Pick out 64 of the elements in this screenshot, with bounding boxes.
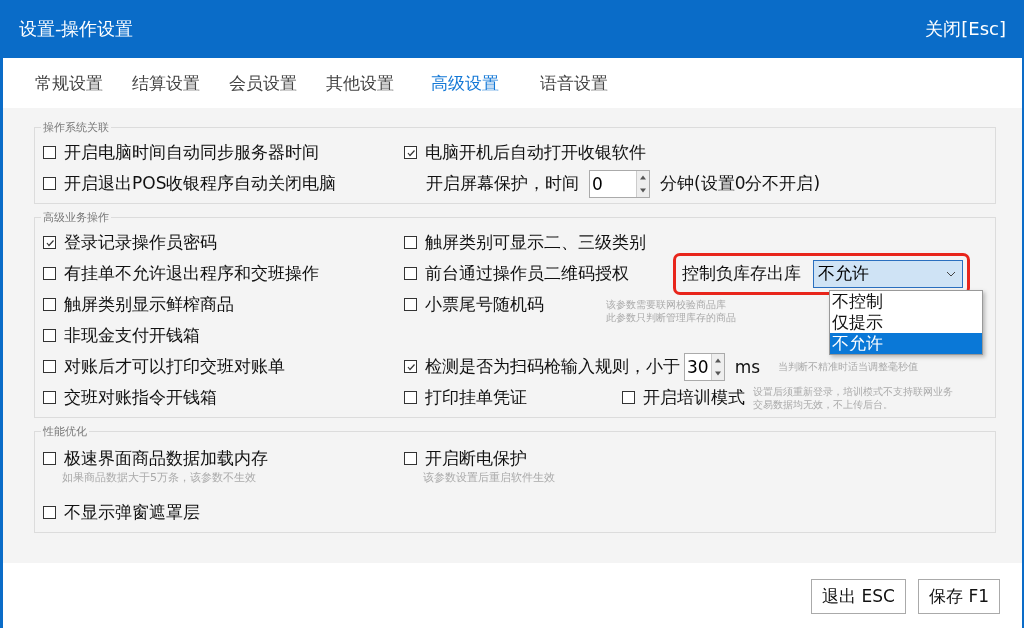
checkbox[interactable] <box>43 267 56 280</box>
number-spinner[interactable]: 30 <box>684 352 725 381</box>
chevron-down-icon <box>946 270 956 277</box>
field-label: ms <box>734 356 761 377</box>
checkbox-label[interactable]: 开启培训模式 <box>643 386 745 409</box>
checkbox[interactable] <box>43 360 56 373</box>
checkbox-label[interactable]: 登录记录操作员密码 <box>64 231 217 254</box>
checkbox-label[interactable]: 开启电脑时间自动同步服务器时间 <box>64 141 319 164</box>
number-spinner[interactable]: 0 <box>589 169 650 198</box>
tab[interactable]: 会员设置 <box>229 71 297 95</box>
checkbox-label[interactable]: 小票尾号随机码 <box>425 293 544 316</box>
hint-text: 该参数需要联网校验商品库 此参数只判断管理库存的商品 <box>606 298 736 324</box>
dropdown-option[interactable]: 不控制 <box>830 290 982 312</box>
checkbox[interactable] <box>622 391 635 404</box>
checkbox[interactable] <box>43 452 56 465</box>
checkbox-label[interactable]: 对账后才可以打印交班对账单 <box>64 355 285 378</box>
field-label: 分钟(设置0分不开启) <box>660 172 821 195</box>
checkbox-label[interactable]: 交班对账指令开钱箱 <box>64 386 217 409</box>
checkbox-label[interactable]: 极速界面商品数据加载内存 <box>64 447 268 470</box>
checkbox[interactable] <box>43 298 56 311</box>
select-label: 控制负库存出库 <box>682 262 801 285</box>
footer-button[interactable]: 保存 F1 <box>918 579 1000 614</box>
hint-text: 当判断不精准时适当调整毫秒值 <box>778 360 919 373</box>
checkbox[interactable] <box>43 146 56 159</box>
checkbox[interactable] <box>43 329 56 342</box>
checkbox-label[interactable]: 检测是否为扫码枪输入规则，小于 <box>425 355 680 378</box>
checkbox[interactable] <box>43 506 56 519</box>
checkbox-label[interactable]: 电脑开机后自动打开收银软件 <box>425 141 646 164</box>
checkbox-label[interactable]: 打印挂单凭证 <box>425 386 527 409</box>
checkbox[interactable] <box>404 360 417 373</box>
checkbox[interactable] <box>43 236 56 249</box>
checkbox-label[interactable]: 触屏类别可显示二、三级类别 <box>425 231 646 254</box>
checkbox[interactable] <box>404 236 417 249</box>
group-title: 高级业务操作 <box>42 210 110 225</box>
group-title: 性能优化 <box>42 424 88 439</box>
checkbox[interactable] <box>404 452 417 465</box>
checkbox[interactable] <box>404 267 417 280</box>
checkbox[interactable] <box>43 177 56 190</box>
checkbox[interactable] <box>404 298 417 311</box>
footer-button[interactable]: 退出 ESC <box>811 579 906 614</box>
checkbox-label[interactable]: 开启断电保护 <box>425 447 527 470</box>
dropdown-field[interactable]: 不允许 <box>813 259 963 288</box>
checkbox-note: 该参数设置后重启软件生效 <box>423 470 556 485</box>
group-title: 操作系统关联 <box>42 120 110 135</box>
dropdown-option[interactable]: 仅提示 <box>830 311 982 333</box>
dropdown-option[interactable]: 不允许 <box>830 332 982 354</box>
checkbox[interactable] <box>404 146 417 159</box>
window-title: 设置-操作设置 <box>19 17 134 41</box>
tab[interactable]: 其他设置 <box>326 71 394 95</box>
checkbox-label[interactable]: 开启退出POS收银程序自动关闭电脑 <box>64 172 337 195</box>
checkbox-label[interactable]: 不显示弹窗遮罩层 <box>64 501 200 524</box>
checkbox-label[interactable]: 非现金支付开钱箱 <box>64 324 200 347</box>
tab[interactable]: 语音设置 <box>540 71 608 95</box>
field-label: 开启屏幕保护，时间 <box>426 172 579 195</box>
checkbox-label[interactable]: 触屏类别显示鲜榨商品 <box>64 293 234 316</box>
checkbox-label[interactable]: 有挂单不允许退出程序和交班操作 <box>64 262 319 285</box>
tab[interactable]: 高级设置 <box>431 71 499 95</box>
checkbox[interactable] <box>404 391 417 404</box>
tab[interactable]: 结算设置 <box>132 71 200 95</box>
checkbox[interactable] <box>43 391 56 404</box>
checkbox-label[interactable]: 前台通过操作员二维码授权 <box>425 262 629 285</box>
close-button[interactable]: 关闭[Esc] <box>925 17 1006 41</box>
checkbox-note: 如果商品数据大于5万条，该参数不生效 <box>62 470 257 485</box>
tab[interactable]: 常规设置 <box>35 71 103 95</box>
